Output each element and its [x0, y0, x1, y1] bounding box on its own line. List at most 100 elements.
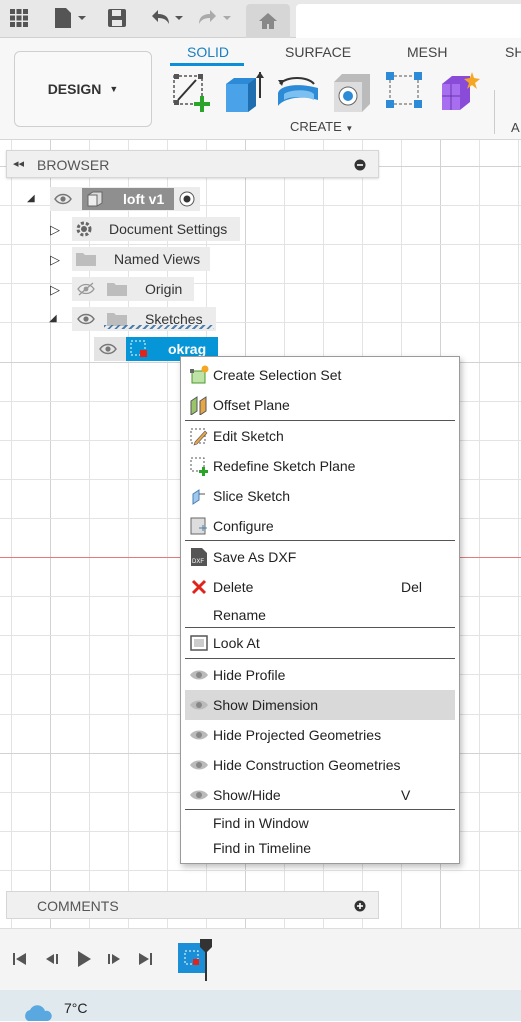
hole-icon[interactable] — [330, 70, 374, 114]
dxf-icon: DXF — [191, 548, 207, 566]
menu-item-show-dimension[interactable]: Show Dimension — [185, 690, 455, 720]
play-icon[interactable] — [76, 950, 92, 968]
menu-item-redefine-sketch-plane[interactable]: Redefine Sketch Plane — [185, 453, 455, 479]
browser-header[interactable]: ◂◂ BROWSER — [6, 150, 379, 178]
menu-item-find-in-timeline[interactable]: Find in Timeline — [185, 835, 455, 861]
timeline-marker-icon[interactable] — [200, 939, 212, 981]
menu-item-save-as-dxf[interactable]: DXF Save As DXF — [185, 544, 455, 570]
eye-icon[interactable] — [99, 342, 117, 356]
eye-icon — [190, 730, 208, 740]
menu-item-hide-construction-geometries[interactable]: Hide Construction Geometries — [185, 752, 455, 778]
collapse-panel-icon[interactable]: ◂◂ — [13, 157, 24, 170]
temperature-label[interactable]: 7°C — [64, 1000, 88, 1016]
menu-separator — [185, 540, 455, 541]
document-tab[interactable] — [296, 4, 521, 38]
tab-sheet-metal[interactable]: SH — [505, 44, 521, 60]
delete-icon — [191, 579, 207, 595]
menu-separator — [185, 658, 455, 659]
tab-solid[interactable]: SOLID — [187, 44, 229, 60]
menu-item-show-hide[interactable]: Show/Hide V — [185, 782, 455, 808]
create-sketch-icon[interactable] — [170, 70, 214, 114]
add-comment-icon[interactable] — [354, 900, 366, 912]
active-tab-underline — [170, 63, 244, 66]
expand-triangle-icon[interactable]: ▷ — [50, 282, 60, 298]
create-dropdown[interactable]: CREATE ▼ — [290, 119, 353, 134]
go-to-start-icon[interactable] — [12, 951, 28, 967]
create-form-icon[interactable] — [438, 70, 482, 114]
title-bar — [0, 0, 521, 38]
eye-icon[interactable] — [54, 192, 72, 206]
folder-icon — [76, 253, 96, 266]
svg-text:DXF: DXF — [192, 559, 204, 565]
shortcut-label: V — [401, 787, 411, 803]
menu-item-delete[interactable]: Delete Del — [185, 574, 455, 600]
collapse-triangle-icon[interactable]: ◢ — [49, 313, 57, 324]
menu-separator — [185, 627, 455, 628]
menu-item-rename[interactable]: Rename — [185, 602, 455, 628]
workspace-label: DESIGN — [47, 81, 102, 97]
timeline-bar — [0, 928, 521, 990]
menu-separator — [185, 420, 455, 421]
assemble-label-partial[interactable]: A — [511, 120, 520, 135]
expand-triangle-icon[interactable]: ▷ — [50, 252, 60, 268]
eye-icon — [190, 700, 208, 710]
toolbar-divider — [494, 90, 495, 134]
workspace-switcher[interactable]: DESIGN ▼ — [14, 51, 152, 127]
undo-icon[interactable] — [148, 7, 186, 29]
os-taskbar: 7°C — [0, 990, 521, 1021]
browser-title: BROWSER — [37, 157, 110, 173]
slice-icon — [192, 489, 205, 505]
minimize-panel-icon[interactable] — [354, 159, 366, 171]
context-menu: Create Selection Set Offset Plane Edit S… — [180, 356, 460, 864]
step-back-icon[interactable] — [44, 951, 60, 967]
file-menu-icon[interactable] — [52, 7, 88, 29]
menu-item-create-selection-set[interactable]: Create Selection Set — [185, 362, 455, 388]
eye-icon[interactable] — [77, 312, 95, 326]
expand-triangle-icon[interactable]: ▷ — [50, 222, 60, 238]
redo-icon[interactable] — [196, 7, 234, 29]
menu-item-slice-sketch[interactable]: Slice Sketch — [185, 483, 455, 509]
tab-surface[interactable]: SURFACE — [285, 44, 351, 60]
tree-item-label: Origin — [145, 281, 183, 297]
menu-item-hide-profile[interactable]: Hide Profile — [185, 662, 455, 688]
menu-item-find-in-window[interactable]: Find in Window — [185, 810, 455, 836]
redefine-plane-icon — [190, 457, 208, 476]
eye-icon — [190, 670, 208, 680]
tree-item-label: Named Views — [114, 251, 201, 267]
sketch-icon — [184, 950, 199, 965]
step-forward-icon[interactable] — [106, 951, 122, 967]
pattern-icon[interactable] — [384, 70, 428, 114]
gear-icon — [76, 221, 92, 237]
sketches-dashed-underline — [104, 325, 214, 329]
cloud-weather-icon[interactable] — [22, 1004, 56, 1022]
eye-hidden-icon[interactable] — [76, 282, 96, 296]
go-to-end-icon[interactable] — [137, 951, 153, 967]
selected-sketch-label: okrag — [168, 341, 207, 357]
caret-down-icon: ▼ — [345, 124, 354, 133]
revolve-icon[interactable] — [276, 70, 320, 114]
activate-radio-icon[interactable] — [179, 191, 195, 207]
component-icon — [87, 191, 103, 207]
selection-set-icon — [190, 365, 209, 384]
comments-panel-header[interactable]: COMMENTS — [6, 891, 379, 919]
menu-item-configure[interactable]: Configure — [185, 513, 455, 539]
create-label: CREATE — [290, 119, 342, 134]
look-at-icon — [190, 635, 208, 651]
save-icon[interactable] — [106, 7, 128, 29]
menu-item-offset-plane[interactable]: Offset Plane — [185, 392, 455, 418]
comments-title: COMMENTS — [37, 898, 119, 914]
app-grid-icon[interactable] — [8, 7, 30, 29]
menu-item-look-at[interactable]: Look At — [185, 630, 455, 656]
eye-icon — [190, 790, 208, 800]
root-node-label: loft v1 — [123, 191, 165, 207]
menu-item-edit-sketch[interactable]: Edit Sketch — [185, 423, 455, 449]
configure-icon — [190, 517, 207, 535]
tab-mesh[interactable]: MESH — [407, 44, 447, 60]
menu-item-hide-projected-geometries[interactable]: Hide Projected Geometries — [185, 722, 455, 748]
expand-triangle-icon[interactable]: ◢ — [27, 193, 35, 204]
tree-item-label: Document Settings — [109, 221, 228, 237]
edit-sketch-icon — [190, 428, 208, 446]
extrude-icon[interactable] — [222, 70, 266, 114]
eye-icon — [190, 760, 208, 770]
home-tab[interactable] — [246, 4, 290, 38]
